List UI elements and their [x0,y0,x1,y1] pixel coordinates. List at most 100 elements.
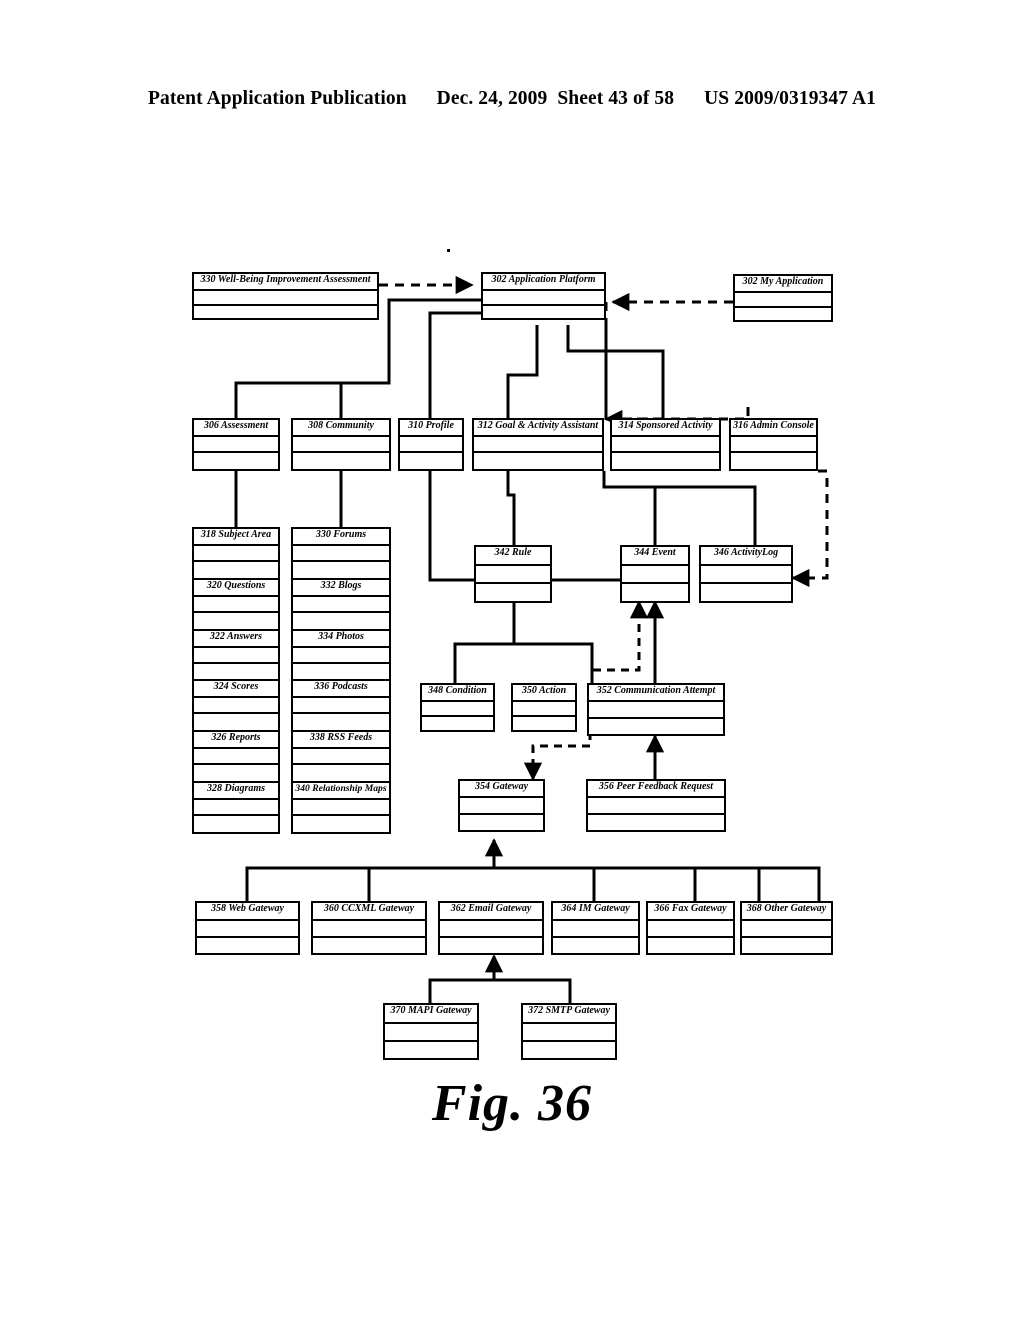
node-row [293,437,389,453]
node-title: 306 Assessment [194,420,278,437]
node-title: 316 Admin Console [731,420,816,437]
node-row [194,698,278,715]
node-344-event[interactable]: 344 Event [620,545,690,603]
node-row [742,938,831,953]
stray-dot-mark [447,249,450,252]
node-title: 324 Scores [194,681,278,699]
node-360-ccxml-gateway[interactable]: 360 CCXML Gateway [311,901,427,955]
node-308-community[interactable]: 308 Community [291,418,391,471]
node-348-condition[interactable]: 348 Condition [420,683,495,732]
node-row [194,306,377,318]
node-338-rss-feeds[interactable]: 338 RSS Feeds [291,730,391,784]
node-row [701,566,791,584]
node-302-my-application[interactable]: 302 My Application [733,274,833,322]
node-row [194,612,278,628]
node-320-questions[interactable]: 320 Questions [192,577,280,631]
node-334-photos[interactable]: 334 Photos [291,628,391,682]
node-title: 326 Reports [194,732,278,750]
node-title: 358 Web Gateway [197,903,298,921]
node-322-answers[interactable]: 322 Answers [192,628,280,682]
figure-caption: Fig. 36 [431,1075,593,1132]
node-row [194,714,278,730]
node-336-podcasts[interactable]: 336 Podcasts [291,679,391,733]
node-row [474,453,602,468]
node-362-email-gateway[interactable]: 362 Email Gateway [438,901,544,955]
node-row [400,453,462,468]
node-title: 330 Well-Being Improvement Assessment [194,274,377,291]
node-356-peer-feedback-request[interactable]: 356 Peer Feedback Request [586,779,726,832]
node-title: 364 IM Gateway [553,903,638,921]
node-row [622,584,688,601]
node-326-reports[interactable]: 326 Reports [192,730,280,784]
node-row [313,921,425,938]
node-title: 330 Forums [293,529,389,546]
node-346-activitylog[interactable]: 346 ActivityLog [699,545,793,603]
node-row [735,308,831,320]
node-row [293,663,389,679]
node-342-rule[interactable]: 342 Rule [474,545,552,603]
node-354-gateway[interactable]: 354 Gateway [458,779,545,832]
node-title: 332 Blogs [293,580,389,597]
node-row [194,800,278,817]
node-330-forums[interactable]: 330 Forums [291,527,391,580]
node-row [731,437,816,453]
node-title: 348 Condition [422,685,493,702]
node-row [194,562,278,577]
node-row [194,437,278,453]
node-350-action[interactable]: 350 Action [511,683,577,732]
node-324-scores[interactable]: 324 Scores [192,679,280,733]
node-340-relationship-maps[interactable]: 340 Relationship Maps [291,781,391,835]
node-row [731,453,816,468]
node-302-application-platform[interactable]: 302 Application Platform [481,272,606,320]
node-title: 302 My Application [735,276,831,293]
node-314-sponsored-activity[interactable]: 314 Sponsored Activity [610,418,721,471]
node-row [194,647,278,664]
node-364-im-gateway[interactable]: 364 IM Gateway [551,901,640,955]
node-330-well-being-improvement-assessment[interactable]: 330 Well-Being Improvement Assessment [192,272,379,320]
node-row [460,798,543,815]
node-title: 302 Application Platform [483,274,604,291]
node-row [197,921,298,938]
node-row [422,702,493,717]
community-entity-stack: 330 Forums 332 Blogs 334 Photos 336 Podc… [291,527,391,835]
node-row [400,437,462,453]
node-row [735,293,831,308]
node-title: 370 MAPI Gateway [385,1005,477,1024]
node-row [701,584,791,601]
node-306-assessment[interactable]: 306 Assessment [192,418,280,471]
node-title: 344 Event [622,547,688,566]
node-312-goal-activity-assistant[interactable]: 312 Goal & Activity Assistant [472,418,604,471]
node-row [293,698,389,715]
node-row [422,717,493,730]
node-title: 350 Action [513,685,575,702]
node-row [293,714,389,730]
node-row [553,921,638,938]
node-352-communication-attempt[interactable]: 352 Communication Attempt [587,683,725,736]
node-title: 372 SMTP Gateway [523,1005,615,1024]
node-372-smtp-gateway[interactable]: 372 SMTP Gateway [521,1003,617,1060]
node-row [194,546,278,562]
node-row [293,596,389,613]
node-366-fax-gateway[interactable]: 366 Fax Gateway [646,901,735,955]
node-370-mapi-gateway[interactable]: 370 MAPI Gateway [383,1003,479,1060]
node-row [476,566,550,584]
node-328-diagrams[interactable]: 328 Diagrams [192,781,280,835]
node-title: 322 Answers [194,631,278,648]
node-title: 334 Photos [293,631,389,648]
node-row [588,815,724,830]
node-332-blogs[interactable]: 332 Blogs [291,577,391,631]
node-316-admin-console[interactable]: 316 Admin Console [729,418,818,471]
node-row [293,612,389,628]
node-row [589,702,723,719]
node-row [513,717,575,730]
node-358-web-gateway[interactable]: 358 Web Gateway [195,901,300,955]
node-row [194,749,278,766]
node-row [589,719,723,734]
node-row [483,291,604,306]
node-368-other-gateway[interactable]: 368 Other Gateway [740,901,833,955]
node-318-subject-area[interactable]: 318 Subject Area [192,527,280,580]
node-310-profile[interactable]: 310 Profile [398,418,464,471]
node-row [612,437,719,453]
node-row [523,1042,615,1058]
node-row [194,765,278,781]
